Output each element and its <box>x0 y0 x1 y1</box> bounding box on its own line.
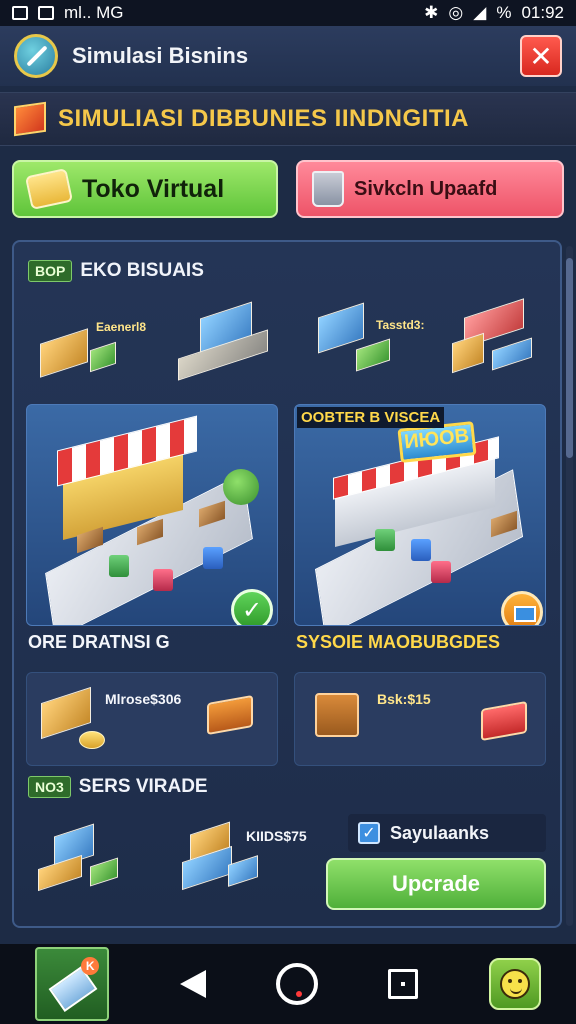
tab-toko-virtual[interactable]: Toko Virtual <box>12 160 278 218</box>
cart-icon <box>207 694 253 736</box>
price-label: Mlrose$306 <box>105 691 182 707</box>
price-tile-supplies[interactable]: Mlrose$306 <box>26 672 278 766</box>
price-label: Bsk:$15 <box>377 691 431 707</box>
produce-bin-icon <box>203 547 223 569</box>
recent-apps-icon[interactable] <box>388 969 419 999</box>
produce-bin-icon <box>109 555 129 577</box>
monitor-icon <box>318 302 364 354</box>
navigation-bar <box>0 944 576 1024</box>
app-bar: Simulasi Bisnins ✕ <box>0 26 576 86</box>
assistant-icon[interactable] <box>275 963 318 1005</box>
counter-icon <box>492 337 532 371</box>
section-tag: NO3 <box>28 776 71 798</box>
price-tile-shelves[interactable]: Bsk:$15 <box>294 672 546 766</box>
tab-row: Toko Virtual Sivkcln Upaafd <box>12 160 564 220</box>
produce-bin-icon <box>411 539 431 561</box>
section-header-bottom: NO3 SERS VIRADE <box>28 776 208 798</box>
box-icon <box>24 168 74 210</box>
printer-icon <box>356 338 390 372</box>
section-header-top: BOP EKO BISUAIS <box>28 260 204 282</box>
checkbox-label: Sayulaanks <box>390 822 490 843</box>
shop-item-computer-desk[interactable] <box>174 301 284 381</box>
checkbox-row[interactable]: ✓ Sayulaanks <box>348 814 546 852</box>
smiley-face-icon <box>499 969 530 999</box>
display-shelf-icon <box>315 693 359 737</box>
basket-icon <box>90 341 116 373</box>
box-icon <box>41 686 91 740</box>
section-tag: BOP <box>28 260 73 282</box>
produce-bin-icon <box>431 561 451 583</box>
coin-icon <box>79 731 105 749</box>
messenger-notification-icon <box>38 6 54 20</box>
card-caption: SYSOIE MAOBUBGDES <box>296 632 501 652</box>
shop-card-small-store[interactable]: ✓ <box>26 404 278 626</box>
produce-bin-icon <box>153 569 173 591</box>
checkbox[interactable]: ✓ <box>358 822 380 844</box>
battery-indicator: % <box>496 3 512 22</box>
card-caption: ORE DRATNSI G <box>28 632 170 652</box>
status-bar: ml.. MG ✱ ◎ ◢ % 01:92 <box>0 0 576 26</box>
plant-icon <box>90 857 118 887</box>
app-title: Simulasi Bisnins <box>72 43 249 68</box>
smiley-app-icon[interactable] <box>488 958 541 1010</box>
mini-item-label: Tasstd3: <box>376 318 425 332</box>
shop-item-checkout-counter[interactable] <box>34 822 144 892</box>
shopping-cart-icon <box>481 700 527 742</box>
image-notification-icon <box>12 6 28 20</box>
tab-label: Sivkcln Upaafd <box>354 177 498 200</box>
check-badge: ✓ <box>231 589 273 625</box>
tree-icon <box>223 469 259 505</box>
shelf-icon <box>452 332 484 374</box>
scrollbar-thumb[interactable] <box>566 258 573 458</box>
signal-icon: ◢ <box>473 3 487 22</box>
section-title: EKO BISUAIS <box>80 260 204 281</box>
alarm-icon: ◎ <box>448 3 464 22</box>
close-button[interactable]: ✕ <box>520 35 562 77</box>
scrollbar[interactable] <box>566 246 573 926</box>
produce-bin-icon <box>375 529 395 551</box>
back-icon[interactable] <box>179 970 206 998</box>
app-logo-icon <box>14 34 58 78</box>
home-app-icon[interactable] <box>35 947 110 1021</box>
price-label: KIIDS$75 <box>246 828 307 844</box>
upgrade-button[interactable]: Upcrade <box>326 858 546 910</box>
shop-item-display-shelf[interactable] <box>444 298 554 374</box>
close-icon: ✕ <box>529 40 553 72</box>
box-icon <box>228 855 258 887</box>
upgrade-badge-icon <box>501 591 543 625</box>
mini-item-label: Eaenerl8 <box>96 320 147 334</box>
tab-upgrade[interactable]: Sivkcln Upaafd <box>296 160 564 218</box>
shop-item-office-setup[interactable] <box>304 302 414 374</box>
tab-label: Toko Virtual <box>82 174 225 203</box>
banner-title: SIMULIASI DIBBUNIES IINDNGITIA <box>58 105 470 132</box>
bluetooth-icon: ✱ <box>424 3 439 22</box>
banner: SIMULIASI DIBBUNIES IINDNGITIA <box>0 92 576 146</box>
section-title: SERS VIRADE <box>78 776 208 797</box>
crate-icon <box>14 101 46 137</box>
stall-icon <box>40 328 88 378</box>
trash-bin-icon <box>312 171 344 207</box>
status-left-text: ml.. MG <box>64 3 124 22</box>
card-top-label: OOBTER B VISCEA <box>297 407 445 428</box>
status-time: 01:92 <box>521 3 564 22</box>
shop-card-supermarket[interactable]: ИЮОВ OOBTER B VISCEA <box>294 404 546 626</box>
